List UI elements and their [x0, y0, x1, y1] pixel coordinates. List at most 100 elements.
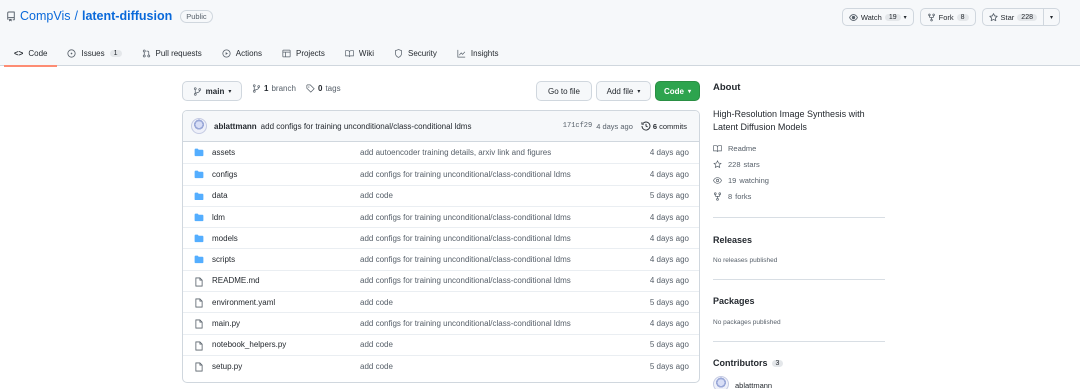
- file-commit-message-link[interactable]: add configs for training unconditional/c…: [360, 255, 571, 264]
- branch-select-button[interactable]: main ▾: [182, 81, 242, 101]
- file-icon: [194, 277, 204, 287]
- file-row[interactable]: environment.yaml add code 5 days ago: [183, 291, 699, 312]
- issues-count: 1: [109, 49, 122, 57]
- repo-actions: Watch 19 ▾ Fork 8 Star 228 ▾: [841, 8, 1060, 26]
- commit-author-link[interactable]: ablattmann: [214, 122, 257, 131]
- readme-label: Readme: [728, 144, 757, 153]
- file-name-link[interactable]: scripts: [212, 255, 235, 264]
- file-age: 4 days ago: [649, 319, 689, 329]
- fork-button[interactable]: Fork 8: [919, 8, 976, 26]
- file-row[interactable]: data add code 5 days ago: [183, 184, 699, 206]
- commit-sha-link[interactable]: 171cf29: [563, 122, 592, 130]
- commits-history-link[interactable]: 6 commits: [641, 121, 687, 131]
- file-commit-message-link[interactable]: add configs for training unconditional/c…: [360, 170, 571, 179]
- issue-icon: [67, 48, 77, 58]
- file-name-link[interactable]: assets: [212, 148, 235, 157]
- file-name-link[interactable]: ldm: [212, 213, 225, 222]
- file-name-link[interactable]: main.py: [212, 319, 240, 328]
- add-file-button[interactable]: Add file ▾: [596, 81, 651, 101]
- file-commit-message-link[interactable]: add configs for training unconditional/c…: [360, 319, 571, 328]
- contributor-name[interactable]: ablattmann: [735, 381, 772, 389]
- file-name-link[interactable]: notebook_helpers.py: [212, 340, 286, 349]
- folder-icon: [194, 170, 204, 179]
- file-row[interactable]: main.py add configs for training uncondit…: [183, 312, 699, 333]
- file-row[interactable]: README.md add configs for training uncond…: [183, 269, 699, 291]
- file-commit-message-link[interactable]: add code: [360, 191, 393, 200]
- file-commit-message-link[interactable]: add code: [360, 298, 393, 307]
- tab-code[interactable]: <> Code: [4, 40, 58, 67]
- file-name-link[interactable]: configs: [212, 170, 237, 179]
- avatar[interactable]: [713, 376, 729, 389]
- star-label: Star: [1000, 12, 1015, 22]
- stars-link[interactable]: 228 stars: [713, 160, 760, 169]
- file-row[interactable]: configs add configs for training uncondit…: [183, 163, 699, 184]
- repo-title: CompVis / latent-diffusion Public: [6, 9, 213, 23]
- watching-link[interactable]: 19 watching: [713, 176, 769, 185]
- file-age: 4 days ago: [649, 255, 689, 265]
- file-name-link[interactable]: data: [212, 191, 228, 200]
- star-icon: [713, 160, 722, 169]
- folder-icon: [194, 213, 204, 222]
- file-age: 4 days ago: [649, 169, 689, 179]
- tab-projects[interactable]: Projects: [272, 40, 335, 66]
- repo-owner-link[interactable]: CompVis: [20, 9, 70, 23]
- file-name-link[interactable]: setup.py: [212, 362, 242, 371]
- file-icon: [194, 298, 204, 308]
- tab-security[interactable]: Security: [384, 40, 447, 66]
- watch-count: 19: [884, 13, 901, 21]
- file-commit-message-link[interactable]: add configs for training unconditional/c…: [360, 234, 571, 243]
- file-row[interactable]: assets add autoencoder training details, …: [183, 142, 699, 163]
- book-icon: [713, 145, 722, 152]
- tab-label: Insights: [470, 48, 499, 58]
- shield-icon: [395, 48, 402, 58]
- releases-heading[interactable]: Releases: [713, 235, 752, 245]
- file-commit-message-link[interactable]: add configs for training unconditional/c…: [360, 276, 571, 285]
- file-commit-message-link[interactable]: add code: [360, 340, 393, 349]
- code-button-label: Code: [663, 86, 684, 96]
- book-icon: [345, 49, 354, 57]
- file-name-link[interactable]: environment.yaml: [212, 298, 275, 307]
- stars-word: stars: [743, 160, 760, 169]
- packages-heading[interactable]: Packages: [713, 296, 755, 306]
- tab-issues[interactable]: Issues 1: [57, 40, 131, 66]
- go-to-file-button[interactable]: Go to file: [536, 81, 592, 101]
- forks-link[interactable]: 8 forks: [713, 192, 751, 201]
- tab-label: Issues: [81, 48, 105, 58]
- file-row[interactable]: setup.py add code 5 days ago: [183, 354, 699, 376]
- file-commit-message-link[interactable]: add autoencoder training details, arxiv …: [360, 148, 551, 157]
- repo-icon: [7, 11, 15, 21]
- fork-count: 8: [956, 13, 969, 21]
- file-row[interactable]: notebook_helpers.py add code 5 days ago: [183, 333, 699, 355]
- commit-message-link[interactable]: add configs for training unconditional/c…: [261, 122, 472, 131]
- file-commit-message-link[interactable]: add configs for training unconditional/c…: [360, 213, 571, 222]
- avatar[interactable]: [191, 118, 207, 134]
- tags-link[interactable]: 0 tags: [306, 84, 341, 93]
- add-file-label: Add file: [606, 86, 634, 96]
- star-list-dropdown[interactable]: ▾: [1042, 9, 1059, 25]
- file-age: 4 days ago: [649, 148, 689, 158]
- branches-link[interactable]: 1 branch: [252, 84, 296, 93]
- file-commit-message-link[interactable]: add code: [360, 362, 393, 371]
- star-button[interactable]: Star 228 ▾: [981, 8, 1060, 26]
- repo-tabs: <> Code Issues 1 Pull requests Actions P…: [4, 40, 509, 67]
- visibility-badge: Public: [180, 9, 213, 23]
- code-button[interactable]: Code ▾: [655, 81, 700, 101]
- file-row[interactable]: models add configs for training unconditi…: [183, 227, 699, 248]
- file-name-link[interactable]: models: [212, 234, 238, 243]
- contributors-heading[interactable]: Contributors 3: [713, 358, 784, 368]
- tab-pull-requests[interactable]: Pull requests: [132, 40, 212, 66]
- file-name-link[interactable]: README.md: [212, 276, 260, 285]
- repo-name-link[interactable]: latent-diffusion: [82, 9, 172, 23]
- watch-button[interactable]: Watch 19 ▾: [841, 8, 914, 26]
- tab-insights[interactable]: Insights: [447, 40, 509, 66]
- tab-wiki[interactable]: Wiki: [335, 40, 384, 66]
- file-row[interactable]: ldm add configs for training unconditiona…: [183, 205, 699, 227]
- file-row[interactable]: scripts add configs for training uncondit…: [183, 248, 699, 269]
- readme-link[interactable]: Readme: [713, 144, 756, 153]
- tab-label: Wiki: [358, 48, 374, 58]
- commit-count: 6: [652, 121, 658, 131]
- tab-actions[interactable]: Actions: [212, 40, 272, 66]
- star-icon: [988, 12, 998, 21]
- eye-icon: [849, 13, 858, 21]
- file-list: ablattmann add configs for training unco…: [182, 110, 700, 383]
